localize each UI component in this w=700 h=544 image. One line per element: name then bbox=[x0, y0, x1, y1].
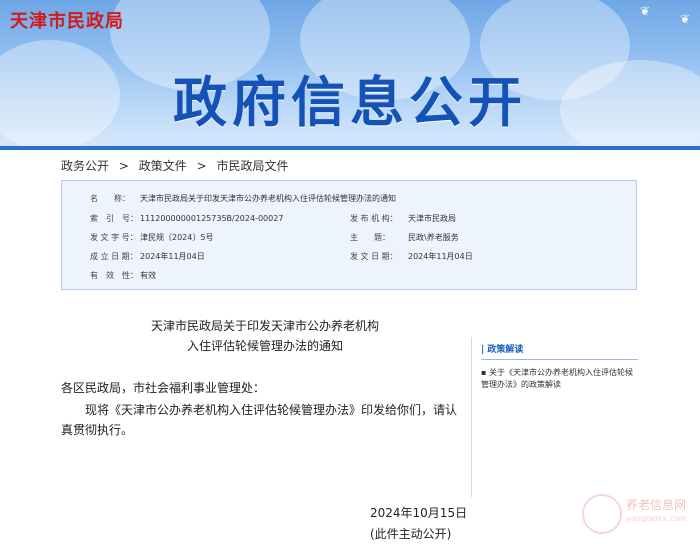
info-value: 11120000000125735B/2024-00027 bbox=[140, 214, 284, 223]
document-title-line: 天津市民政局关于印发天津市公办养老机构 bbox=[150, 319, 379, 333]
watermark-text: 养老信息网 bbox=[626, 498, 687, 512]
sidebar-divider bbox=[471, 337, 472, 497]
breadcrumb-separator: > bbox=[118, 159, 129, 173]
link-text-line: ▪ 关于《天津市公办养老机构入住评估轮候 bbox=[481, 368, 633, 377]
info-label: 名 称： bbox=[90, 194, 130, 203]
info-value: 天津市民政局 bbox=[408, 214, 456, 223]
breadcrumb-item-policy-docs[interactable]: 政策文件 bbox=[139, 159, 187, 173]
info-value: 津民规〔2024〕5号 bbox=[140, 233, 214, 242]
sidebar-rule bbox=[481, 359, 638, 360]
link-text-line: 管理办法》的政策解读 bbox=[481, 380, 561, 389]
sidebar-heading: | 政策解读 bbox=[481, 345, 524, 355]
policy-interpretation-link[interactable]: ▪ 关于《天津市公办养老机构入住评估轮候 管理办法》的政策解读 bbox=[481, 367, 641, 391]
header-banner: ❦ ❦ 天津市民政局 政府信息公开 bbox=[0, 0, 700, 150]
site-logo[interactable]: 天津市民政局 bbox=[10, 7, 124, 33]
info-value: 2024年11月04日 bbox=[140, 252, 205, 261]
info-created-row: 成 立 日 期： 2024年11月04日 bbox=[90, 251, 205, 262]
info-value: 天津市民政局关于印发天津市公办养老机构入住评估轮候管理办法的通知 bbox=[140, 194, 396, 203]
bird-icon: ❦ bbox=[640, 4, 651, 18]
banner-divider bbox=[0, 146, 700, 150]
bird-icon: ❦ bbox=[680, 12, 691, 26]
info-label: 有 效 性： bbox=[90, 271, 138, 280]
paragraph-line: 现将《天津市公办养老机构入住评估轮候管理办法》印发给你们，请认 bbox=[85, 403, 458, 417]
info-publish-row: 发 文 日 期： 2024年11月04日 bbox=[350, 251, 473, 262]
info-docno-row: 发 文 字 号： 津民规〔2024〕5号 bbox=[90, 232, 213, 243]
info-value: 民政\养老服务 bbox=[408, 233, 459, 242]
salutation: 各区民政局，市社会福利事业管理处： bbox=[61, 381, 266, 395]
info-org-row: 发 布 机 构： 天津市民政局 bbox=[350, 213, 456, 224]
info-label: 发 文 字 号： bbox=[90, 233, 138, 242]
breadcrumb-item-gov-affairs[interactable]: 政务公开 bbox=[61, 159, 109, 173]
document-title-line: 入住评估轮候管理办法的通知 bbox=[186, 339, 343, 353]
info-label: 成 立 日 期： bbox=[90, 252, 138, 261]
paragraph-line: 真贯彻执行。 bbox=[61, 423, 134, 437]
info-name-row: 名 称： 天津市民政局关于印发天津市公办养老机构入住评估轮候管理办法的通知 bbox=[90, 193, 396, 204]
breadcrumb: 政务公开 > 政策文件 > 市民政局文件 bbox=[61, 157, 294, 174]
watermark-logo-icon bbox=[582, 494, 622, 534]
info-label: 索 引 号： bbox=[90, 214, 138, 223]
info-index-row: 索 引 号： 11120000000125735B/2024-00027 bbox=[90, 213, 283, 224]
info-value: 有效 bbox=[140, 271, 156, 280]
breadcrumb-separator: > bbox=[196, 159, 207, 173]
info-valid-row: 有 效 性： 有效 bbox=[90, 270, 156, 281]
breadcrumb-item-bureau-docs[interactable]: 市民政局文件 bbox=[216, 159, 288, 173]
page-title: 政府信息公开 bbox=[173, 71, 527, 134]
info-label: 发 布 机 构： bbox=[350, 214, 398, 223]
document-date: 2024年10月15日 bbox=[370, 506, 468, 520]
document-title: 天津市民政局关于印发天津市公办养老机构 入住评估轮候管理办法的通知 bbox=[115, 316, 415, 356]
info-topic-row: 主 题： 民政\养老服务 bbox=[350, 232, 459, 243]
public-note: (此件主动公开) bbox=[370, 527, 452, 541]
info-label: 发 文 日 期： bbox=[350, 252, 398, 261]
body-paragraph: 现将《天津市公办养老机构入住评估轮候管理办法》印发给你们，请认 真贯彻执行。 bbox=[61, 400, 461, 440]
info-label: 主 题： bbox=[350, 233, 390, 242]
info-panel: 名 称： 天津市民政局关于印发天津市公办养老机构入住评估轮候管理办法的通知 索 引… bbox=[61, 180, 637, 290]
info-value: 2024年11月04日 bbox=[408, 252, 473, 261]
watermark-url: yanglaoxx.com bbox=[626, 514, 687, 523]
